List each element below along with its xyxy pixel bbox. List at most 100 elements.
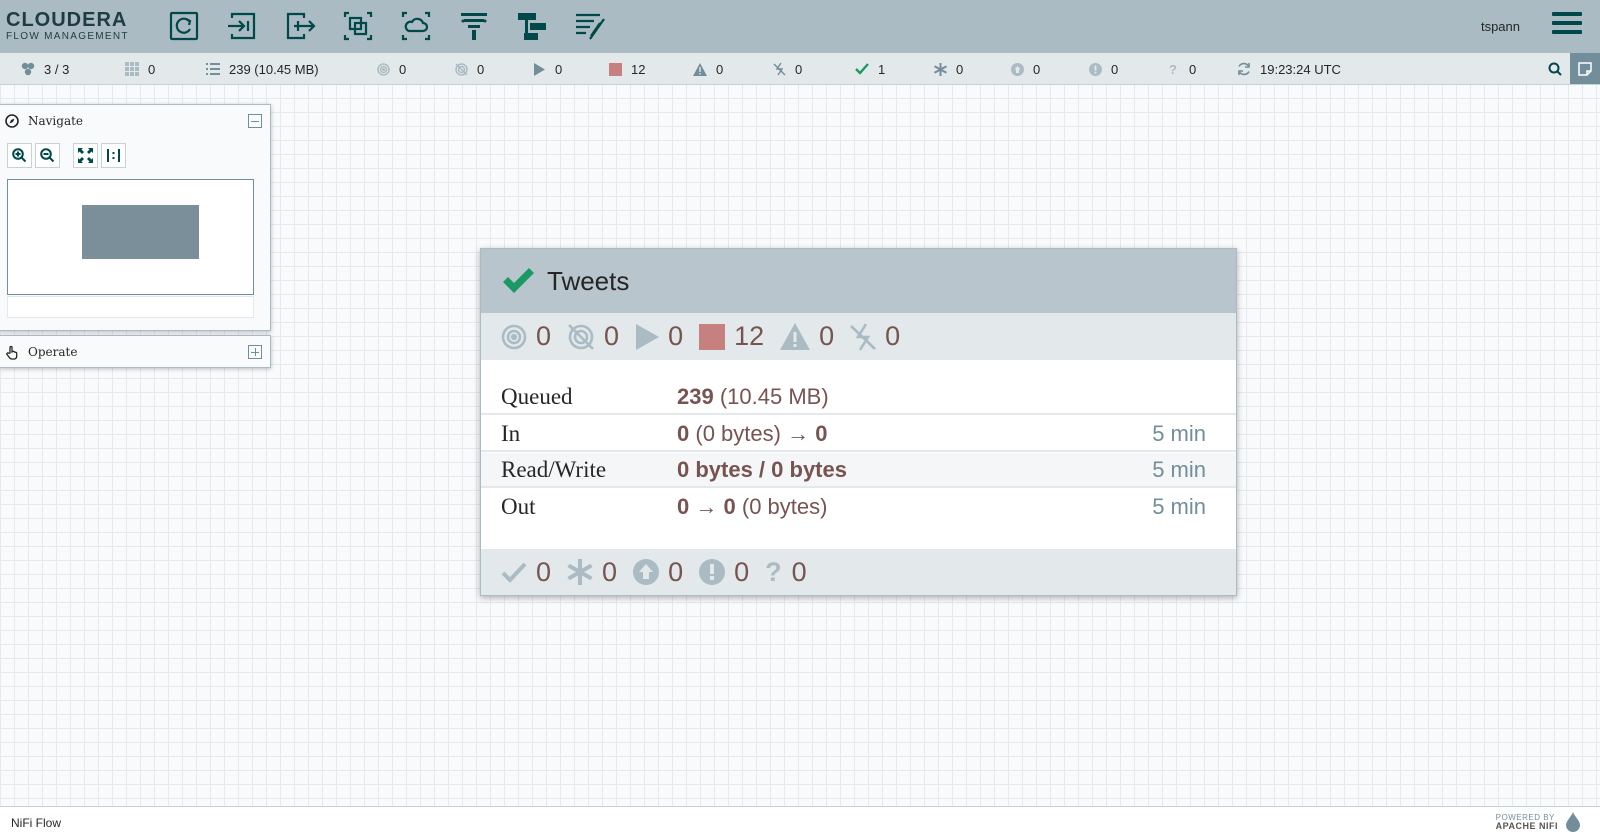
zoom-out-button[interactable] bbox=[35, 143, 60, 168]
hamburger-icon bbox=[1552, 12, 1582, 16]
remote-process-group-icon bbox=[401, 11, 431, 41]
birdseye-view[interactable] bbox=[7, 179, 254, 295]
list-icon bbox=[205, 62, 221, 76]
arrow-up-circle-icon bbox=[1009, 62, 1025, 76]
process-group-button[interactable] bbox=[329, 6, 387, 46]
asterisk-icon bbox=[567, 559, 593, 585]
threads-icon bbox=[124, 62, 140, 76]
global-menu-button[interactable] bbox=[1552, 12, 1582, 40]
processor-button[interactable] bbox=[155, 6, 213, 46]
queued-value: 239 (10.45 MB) bbox=[229, 61, 319, 77]
not-transmitting-count: 0 bbox=[567, 321, 619, 352]
process-group-version-counts: 0 0 0 0 ? 0 bbox=[481, 549, 1236, 595]
process-group-header[interactable]: Tweets bbox=[481, 249, 1236, 313]
active-threads-status: 0 bbox=[124, 61, 155, 77]
not-transmitting-value: 0 bbox=[477, 61, 485, 77]
warning-icon bbox=[692, 62, 708, 76]
transmitting-icon bbox=[501, 324, 527, 349]
disabled-icon bbox=[850, 322, 877, 351]
stopped-count: 12 bbox=[699, 321, 764, 352]
not-transmitting-status: 0 bbox=[453, 61, 484, 77]
operate-title: Operate bbox=[28, 345, 78, 359]
read-write-row: Read/Write 0 bytes / 0 bytes 5 min bbox=[481, 453, 1236, 488]
label-icon bbox=[576, 13, 605, 40]
processor-icon bbox=[169, 11, 199, 41]
process-group-icon bbox=[343, 11, 373, 41]
disabled-value: 0 bbox=[795, 61, 803, 77]
navigate-header[interactable]: Navigate bbox=[0, 105, 270, 137]
stop-icon bbox=[699, 323, 726, 350]
out-row: Out 0 → 0 (0 bytes) 5 min bbox=[481, 489, 1236, 524]
app-header: CLOUDERA FLOW MANAGEMENT tspann bbox=[0, 0, 1600, 53]
invalid-value: 0 bbox=[716, 61, 724, 77]
up-to-date-count: 0 bbox=[501, 557, 551, 588]
not-transmitting-icon bbox=[453, 62, 469, 76]
output-port-button[interactable] bbox=[271, 6, 329, 46]
powered-by-nifi: POWERED BY APACHE NIFI bbox=[1495, 813, 1558, 831]
label-button[interactable] bbox=[561, 6, 619, 46]
invalid-count: 0 bbox=[780, 321, 834, 352]
current-user[interactable]: tspann bbox=[1481, 19, 1520, 34]
disabled-status: 0 bbox=[771, 61, 802, 77]
funnel-button[interactable] bbox=[445, 6, 503, 46]
running-value: 0 bbox=[555, 61, 563, 77]
transmitting-value: 0 bbox=[399, 61, 407, 77]
exclamation-circle-icon bbox=[699, 559, 726, 585]
input-port-button[interactable] bbox=[213, 6, 271, 46]
zoom-in-icon bbox=[12, 148, 27, 163]
locally-modified-status: 0 bbox=[932, 61, 963, 77]
warning-icon bbox=[780, 323, 811, 350]
zoom-in-button[interactable] bbox=[7, 143, 32, 168]
navigate-controls bbox=[0, 137, 270, 168]
brand-subtitle: FLOW MANAGEMENT bbox=[6, 31, 129, 42]
template-button[interactable] bbox=[503, 6, 561, 46]
play-icon bbox=[636, 323, 660, 350]
breadcrumb-root[interactable]: NiFi Flow bbox=[11, 816, 61, 830]
up-to-date-check-icon bbox=[503, 268, 534, 293]
last-refreshed-status: 19:23:24 UTC bbox=[1236, 61, 1341, 77]
play-icon bbox=[531, 62, 547, 76]
cluster-icon bbox=[20, 62, 36, 76]
process-group-tweets[interactable]: Tweets 0 0 0 12 0 0 Queued 239 (10.45 MB bbox=[480, 248, 1237, 596]
breadcrumbs-footer: NiFi Flow POWERED BY APACHE NIFI bbox=[0, 806, 1600, 837]
expand-icon bbox=[78, 148, 93, 163]
operate-panel: Operate bbox=[0, 335, 271, 368]
fit-screen-button[interactable] bbox=[73, 143, 98, 168]
minus-icon bbox=[251, 120, 259, 122]
bulletin-board-button[interactable] bbox=[1570, 53, 1600, 84]
asterisk-icon bbox=[932, 62, 948, 76]
operate-header[interactable]: Operate bbox=[0, 336, 270, 368]
locally-modified-count: 0 bbox=[567, 557, 617, 588]
modified-stale-count: 0 bbox=[699, 557, 749, 588]
process-group-name: Tweets bbox=[547, 265, 630, 296]
compass-icon bbox=[4, 113, 20, 129]
actual-size-button[interactable] bbox=[101, 143, 126, 168]
transmitting-count: 0 bbox=[501, 321, 551, 352]
process-group-component-counts: 0 0 0 12 0 0 bbox=[481, 313, 1236, 360]
navigate-panel: Navigate bbox=[0, 104, 271, 331]
read-write-label: Read/Write bbox=[501, 456, 607, 482]
in-value: 0 (0 bytes) → 0 bbox=[677, 420, 828, 446]
refresh-icon[interactable] bbox=[1236, 62, 1252, 76]
search-icon bbox=[1548, 62, 1562, 76]
collapse-navigate-button[interactable] bbox=[248, 114, 262, 128]
navigate-title: Navigate bbox=[28, 114, 84, 128]
brand-name: CLOUDERA bbox=[6, 9, 128, 31]
invalid-status: 0 bbox=[692, 61, 723, 77]
last-refreshed-value: 19:23:24 UTC bbox=[1260, 61, 1341, 77]
remote-process-group-button[interactable] bbox=[387, 6, 445, 46]
out-period: 5 min bbox=[1152, 493, 1206, 519]
funnel-icon bbox=[461, 13, 487, 40]
disabled-count: 0 bbox=[850, 321, 900, 352]
queued-status: 239 (10.45 MB) bbox=[205, 61, 319, 77]
modified-stale-value: 0 bbox=[1111, 61, 1119, 77]
search-button[interactable] bbox=[1540, 53, 1570, 84]
zoom-out-icon bbox=[40, 148, 55, 163]
birdseye-viewport[interactable] bbox=[82, 205, 199, 259]
expand-operate-button[interactable] bbox=[248, 345, 262, 359]
output-port-icon bbox=[286, 12, 316, 40]
in-period: 5 min bbox=[1152, 420, 1206, 446]
up-to-date-value: 1 bbox=[878, 61, 886, 77]
question-icon: ? bbox=[1169, 61, 1177, 77]
stale-status: 0 bbox=[1009, 61, 1040, 77]
